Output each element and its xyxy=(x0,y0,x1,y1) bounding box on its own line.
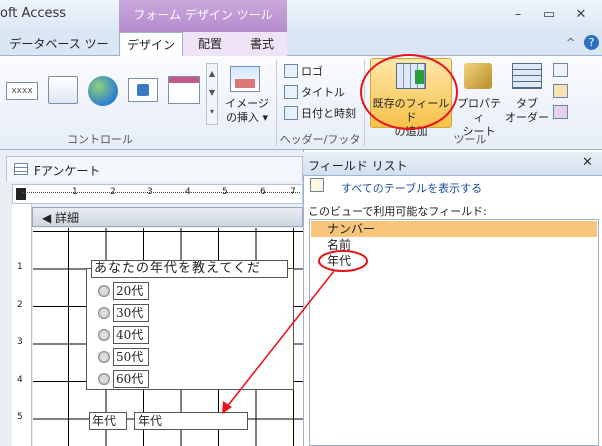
annotation-overlay xyxy=(222,250,368,414)
annotation-arrow-line xyxy=(225,270,335,409)
annotation-circle-field xyxy=(318,250,368,272)
